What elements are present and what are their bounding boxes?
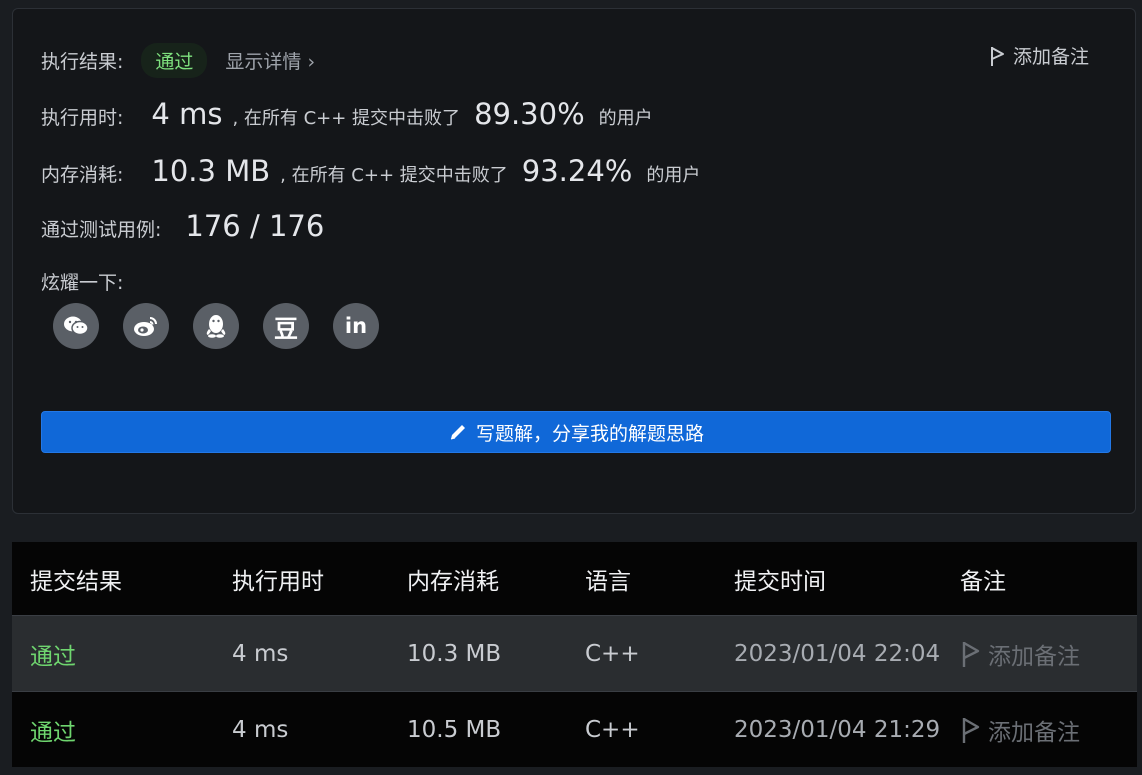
row-submit-time: 2023/01/04 21:29 (716, 691, 942, 767)
submissions-table: 提交结果 执行用时 内存消耗 语言 提交时间 备注 通过 4 ms 10.3 M… (12, 542, 1137, 767)
row-note[interactable]: 添加备注 (942, 615, 1137, 692)
row-memory: 10.5 MB (389, 691, 567, 767)
share-wechat-button[interactable] (53, 303, 99, 349)
row-add-note-button[interactable]: 添加备注 (960, 713, 1137, 747)
runtime-users-text: 的用户 (598, 108, 653, 129)
share-buttons: 豆 in (53, 303, 379, 349)
runtime-value: 4 ms (151, 97, 223, 131)
row-add-note-button[interactable]: 添加备注 (960, 637, 1137, 671)
row-result[interactable]: 通过 (12, 615, 214, 692)
runtime-percent: 89.30% (474, 97, 585, 131)
share-douban-button[interactable]: 豆 (263, 303, 309, 349)
share-row-label: 炫耀一下: (41, 268, 123, 295)
result-row: 执行结果: 通过 显示详情 › (41, 43, 315, 78)
share-linkedin-button[interactable]: in (333, 303, 379, 349)
header-submit-time[interactable]: 提交时间 (716, 542, 942, 616)
header-result[interactable]: 提交结果 (12, 542, 214, 616)
tests-value: 176 / 176 (185, 209, 325, 243)
row-note-label: 添加备注 (988, 719, 1080, 746)
flag-icon (962, 641, 980, 667)
runtime-label: 执行用时: (41, 107, 124, 129)
flag-icon (962, 717, 980, 743)
row-note[interactable]: 添加备注 (942, 691, 1137, 767)
memory-percent: 93.24% (521, 154, 633, 188)
row-language: C++ (567, 615, 716, 692)
row-memory: 10.3 MB (389, 615, 567, 692)
result-card: 执行结果: 通过 显示详情 › 添加备注 执行用时: 4 ms , 在所有 C+… (12, 8, 1136, 514)
result-label: 执行结果: (41, 51, 124, 73)
share-qq-button[interactable] (193, 303, 239, 349)
table-row[interactable]: 通过 4 ms 10.3 MB C++ 2023/01/04 22:04 添加备… (12, 615, 1137, 692)
header-note: 备注 (942, 542, 1137, 616)
show-details-link[interactable]: 显示详情 › (225, 47, 315, 74)
qq-icon (206, 315, 226, 338)
pencil-icon (450, 425, 465, 440)
table-header-row: 提交结果 执行用时 内存消耗 语言 提交时间 备注 (12, 542, 1137, 616)
linkedin-icon: in (344, 314, 368, 338)
header-runtime[interactable]: 执行用时 (214, 542, 389, 616)
row-runtime: 4 ms (214, 615, 389, 692)
tests-row: 通过测试用例: 176 / 176 (41, 209, 324, 243)
runtime-beats-text: , 在所有 C++ 提交中击败了 (232, 108, 461, 129)
tests-label: 通过测试用例: (41, 219, 162, 241)
status-badge: 通过 (141, 43, 208, 78)
memory-beats-text: , 在所有 C++ 提交中击败了 (280, 165, 508, 186)
share-weibo-button[interactable] (123, 303, 169, 349)
write-solution-label: 写题解，分享我的解题思路 (475, 422, 704, 445)
share-label: 炫耀一下: (41, 272, 124, 294)
header-memory[interactable]: 内存消耗 (389, 542, 567, 616)
weibo-icon (134, 317, 157, 336)
row-submit-time: 2023/01/04 22:04 (716, 615, 942, 692)
row-result[interactable]: 通过 (12, 691, 214, 767)
flag-icon (990, 46, 1004, 66)
memory-row: 内存消耗: 10.3 MB , 在所有 C++ 提交中击败了 93.24% 的用… (41, 154, 700, 188)
add-note-label: 添加备注 (1012, 46, 1089, 68)
wechat-icon (64, 316, 89, 336)
memory-value: 10.3 MB (151, 154, 271, 188)
memory-users-text: 的用户 (646, 165, 701, 186)
add-note-button[interactable]: 添加备注 (989, 42, 1089, 69)
row-language: C++ (567, 691, 716, 767)
douban-icon: 豆 (274, 314, 298, 343)
row-runtime: 4 ms (214, 691, 389, 767)
row-note-label: 添加备注 (988, 643, 1080, 670)
memory-label: 内存消耗: (41, 164, 124, 186)
write-solution-button[interactable]: 写题解，分享我的解题思路 (41, 411, 1111, 453)
header-language[interactable]: 语言 (567, 542, 716, 616)
table-row[interactable]: 通过 4 ms 10.5 MB C++ 2023/01/04 21:29 添加备… (12, 691, 1137, 767)
runtime-row: 执行用时: 4 ms , 在所有 C++ 提交中击败了 89.30% 的用户 (41, 97, 653, 131)
